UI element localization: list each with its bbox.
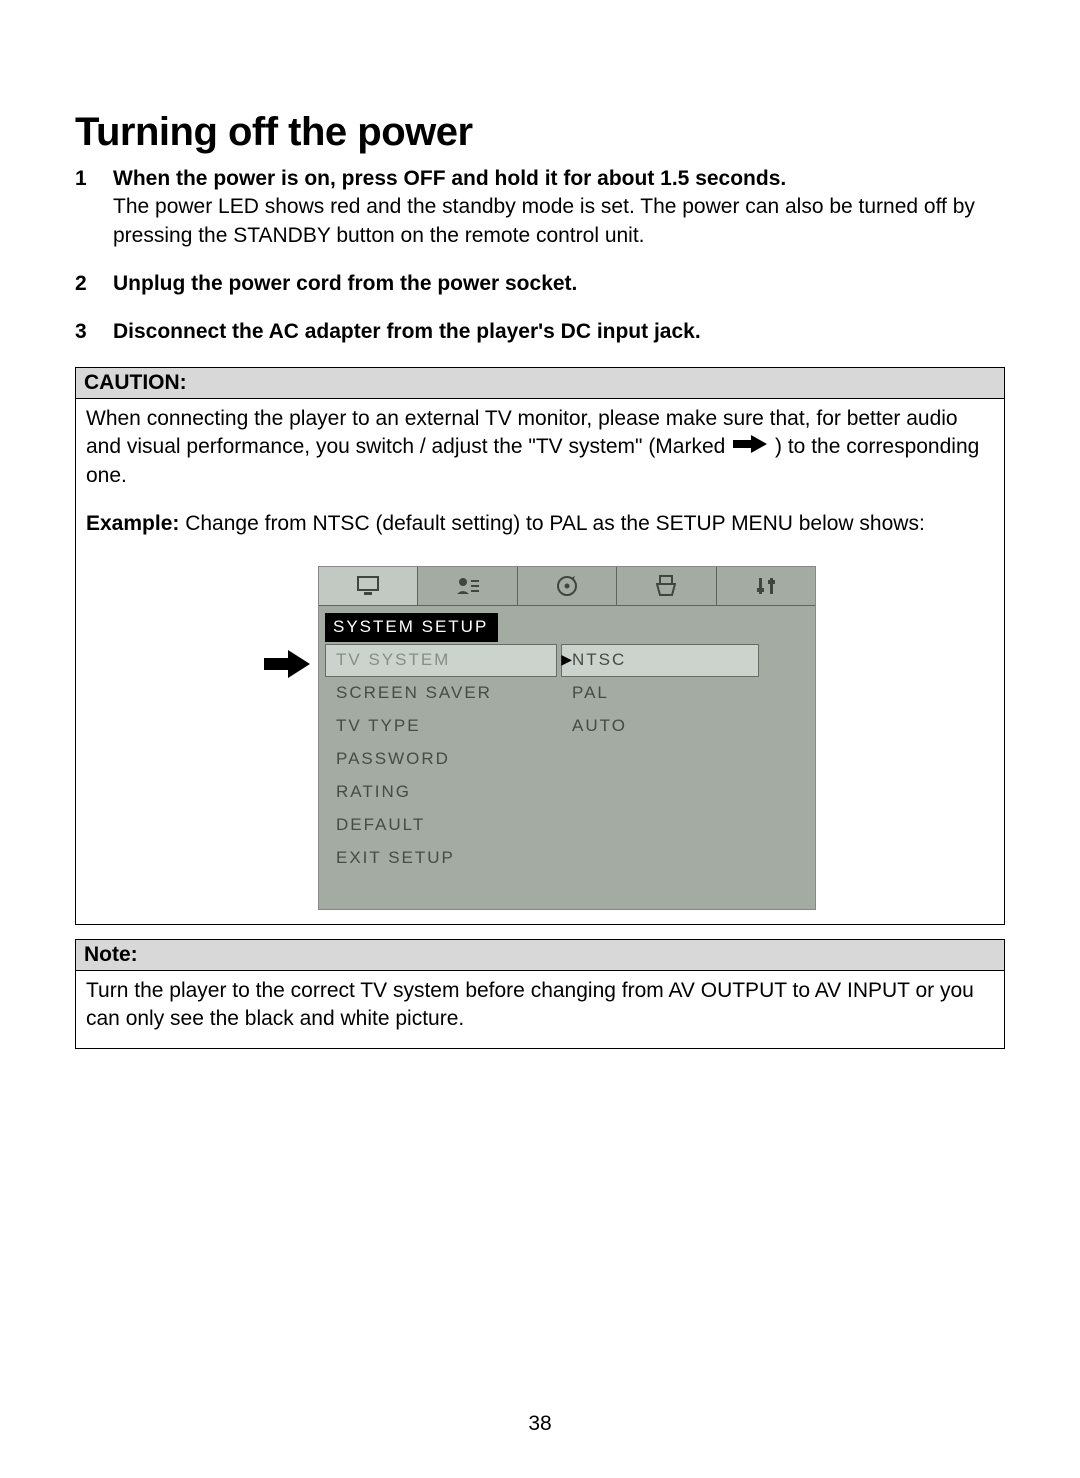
osd-tab-display-icon bbox=[319, 567, 418, 605]
osd-panel-title: SYSTEM SETUP bbox=[325, 613, 498, 642]
caution-body: When connecting the player to an externa… bbox=[76, 399, 1004, 924]
osd-menu-item: TV TYPE bbox=[325, 710, 557, 743]
step-2: 2 Unplug the power cord from the power s… bbox=[75, 270, 1005, 298]
note-label: Note: bbox=[76, 940, 1004, 971]
caution-box: CAUTION: When connecting the player to a… bbox=[75, 367, 1005, 925]
osd-tab-speaker-icon bbox=[617, 567, 716, 605]
arrow-right-icon bbox=[264, 650, 310, 686]
step-heading: Disconnect the AC adapter from the playe… bbox=[113, 320, 701, 343]
step-heading: Unplug the power cord from the power soc… bbox=[113, 272, 577, 295]
osd-value-item: PAL bbox=[561, 677, 759, 710]
arrow-right-icon bbox=[733, 433, 767, 461]
osd-tab-row bbox=[319, 567, 815, 606]
example-text: Change from NTSC (default setting) to PA… bbox=[179, 512, 924, 535]
step-description: The power LED shows red and the standby … bbox=[113, 193, 1005, 250]
step-3: 3 Disconnect the AC adapter from the pla… bbox=[75, 318, 1005, 346]
osd-menu-item: TV SYSTEM▶ bbox=[325, 644, 557, 677]
osd-value-list: NTSC PAL AUTO bbox=[561, 644, 759, 875]
osd-menu-item: SCREEN SAVER bbox=[325, 677, 557, 710]
steps-list: 1 When the power is on, press OFF and ho… bbox=[75, 165, 1005, 347]
osd-menu-list: TV SYSTEM▶ SCREEN SAVER TV TYPE PASSWORD… bbox=[325, 644, 557, 875]
note-text: Turn the player to the correct TV system… bbox=[76, 971, 1004, 1048]
osd-screenshot: SYSTEM SETUP TV SYSTEM▶ SCREEN SAVER TV … bbox=[318, 566, 816, 910]
osd-value-item: NTSC bbox=[561, 644, 759, 677]
step-number: 1 bbox=[75, 165, 113, 250]
step-1: 1 When the power is on, press OFF and ho… bbox=[75, 165, 1005, 250]
osd-value-item: AUTO bbox=[561, 710, 759, 743]
example-label: Example: bbox=[86, 512, 179, 535]
step-number: 2 bbox=[75, 270, 113, 298]
osd-menu-item: PASSWORD bbox=[325, 743, 557, 776]
osd-tab-user-icon bbox=[418, 567, 517, 605]
step-heading: When the power is on, press OFF and hold… bbox=[113, 167, 786, 190]
caution-label: CAUTION: bbox=[76, 368, 1004, 399]
osd-tab-disc-icon bbox=[518, 567, 617, 605]
step-number: 3 bbox=[75, 318, 113, 346]
osd-menu-item: DEFAULT bbox=[325, 809, 557, 842]
osd-menu-item: EXIT SETUP bbox=[325, 842, 557, 875]
osd-tab-sliders-icon bbox=[717, 567, 815, 605]
triangle-right-icon: ▶ bbox=[561, 650, 574, 669]
page-number: 38 bbox=[0, 1412, 1080, 1436]
page-title: Turning off the power bbox=[75, 110, 1005, 155]
osd-menu-item: RATING bbox=[325, 776, 557, 809]
note-box: Note: Turn the player to the correct TV … bbox=[75, 939, 1005, 1049]
